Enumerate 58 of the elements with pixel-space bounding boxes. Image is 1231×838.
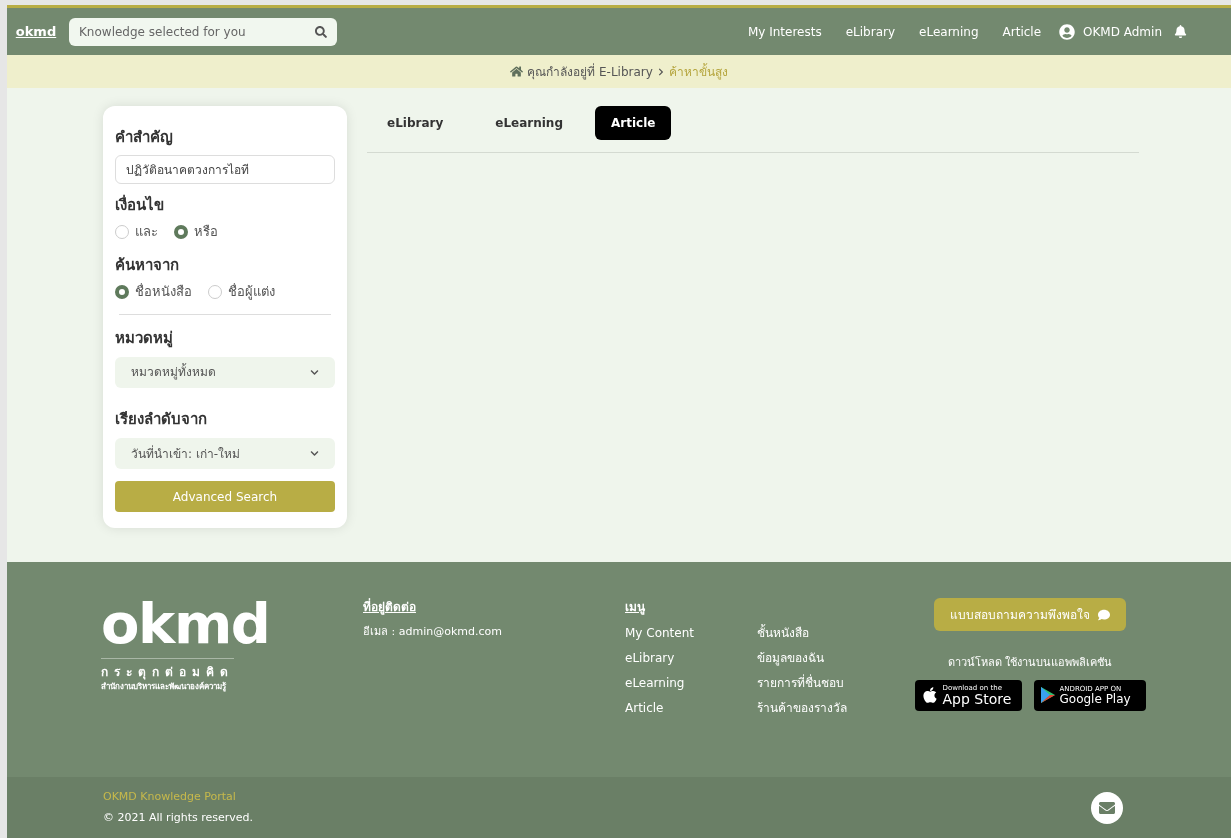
chevron-icon — [310, 449, 319, 459]
apple-icon — [920, 686, 939, 704]
section-heading: เงื่อนไข — [115, 193, 165, 216]
section-heading: เรียงลำดับจาก — [115, 408, 208, 430]
chevron-icon — [310, 368, 319, 377]
home-icon[interactable] — [510, 65, 524, 78]
radio-label: และ — [135, 223, 158, 242]
keyword-field[interactable]: ปฏิวัติอนาคตวงการไอที — [115, 154, 335, 184]
portal-name: OKMD Knowledge Portal — [103, 789, 237, 805]
section-heading: ค้นหาจาก — [115, 254, 180, 276]
footer-link[interactable]: รายการที่ชื่นชอบ — [757, 674, 889, 692]
radio-button[interactable] — [115, 284, 129, 299]
badge-big-text: Google Play — [1059, 692, 1131, 705]
contact-heading: ที่อยู่ติดต่อ — [363, 598, 417, 616]
contact-email: อีเมล : admin@okmd.com — [363, 624, 503, 640]
footer-link[interactable]: ร้านค้าของรางวัล — [757, 699, 889, 717]
logo[interactable]: okmd — [15, 21, 57, 42]
breadcrumb-link[interactable]: คุณกำลังอยู่ที่ E-Library — [527, 62, 653, 81]
radio-button[interactable] — [174, 224, 188, 239]
tab[interactable]: Article — [595, 106, 672, 140]
nav-link[interactable]: Article — [1002, 22, 1042, 41]
advanced-search-button[interactable]: Advanced Search — [115, 481, 335, 512]
play-icon — [1039, 686, 1056, 704]
footer-link[interactable]: ข้อมูลของฉัน — [757, 649, 889, 667]
footer-link[interactable]: My Content — [625, 624, 757, 642]
footer-logo[interactable]: okmd — [101, 598, 270, 650]
radio-label: หรือ — [194, 223, 218, 242]
menu-heading: เมนู — [625, 599, 646, 616]
breadcrumb-current: ค้าหาขั้นสูง — [668, 62, 728, 81]
sort-dropdown[interactable]: วันที่นำเข้า: เก่า-ใหม่ — [115, 438, 335, 470]
category-dropdown[interactable]: หมวดหมู่ทั้งหมด — [115, 357, 335, 388]
user-name[interactable]: OKMD Admin — [1083, 22, 1162, 41]
radio-label: ชื่อหนังสือ — [135, 282, 192, 302]
nav-link[interactable]: eLibrary — [845, 22, 896, 41]
tab[interactable]: eLearning — [475, 106, 583, 140]
bell-icon[interactable] — [1174, 25, 1187, 38]
nav-link[interactable]: eLearning — [919, 22, 979, 41]
chat-icon — [1098, 608, 1110, 621]
footer-link[interactable]: ชั้นหนังสือ — [757, 624, 889, 642]
badge-big-text: App Store — [942, 691, 1012, 706]
download-text: ดาวน์โหลด ใช้งานบนแอพพลิเคชัน — [947, 655, 1113, 671]
mail-icon[interactable] — [1091, 791, 1123, 824]
search-field[interactable]: Knowledge selected for you — [69, 17, 337, 46]
nav-link[interactable]: My Interests — [747, 22, 822, 41]
radio-label: ชื่อผู้แต่ง — [228, 282, 275, 302]
copyright-text: © 2021 All rights reserved. — [103, 809, 255, 826]
search-icon[interactable] — [315, 25, 327, 38]
footer-tagline: กระตุกต่อมคิด — [101, 658, 234, 681]
footer-link[interactable]: eLibrary — [625, 649, 757, 667]
footer-organization: สำนักงานบริหารและพัฒนาองค์ความรู้ — [101, 681, 226, 693]
section-heading: หมวดหมู่ — [115, 327, 174, 350]
chevron-icon — [656, 67, 665, 76]
section-heading: คำสำคัญ — [115, 127, 174, 148]
survey-button[interactable]: แบบสอบถามความพึงพอใจ — [934, 598, 1126, 631]
tab[interactable]: eLibrary — [367, 106, 464, 140]
user-icon[interactable] — [1059, 23, 1076, 40]
footer-link[interactable]: Article — [625, 699, 757, 717]
footer-link[interactable]: eLearning — [625, 674, 757, 692]
